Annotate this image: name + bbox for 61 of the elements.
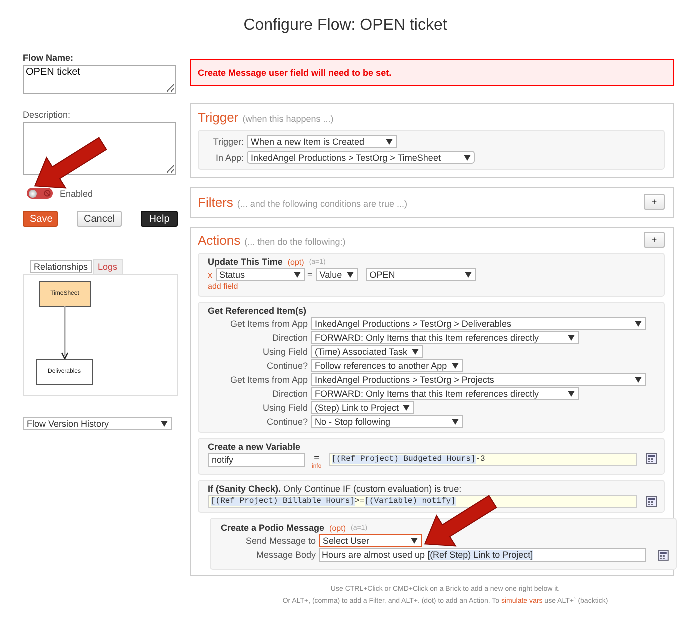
app-dropdown[interactable]: InkedAngel Productions > TestOrg > TimeSheet (247, 151, 475, 164)
add-button[interactable]: + (644, 194, 665, 210)
toggle-label: Enabled (60, 188, 94, 198)
field-label: Continue? (266, 360, 308, 370)
dropdown[interactable]: FORWARD: Only Items that this Item references directly (311, 387, 579, 400)
field-label: Get Items from App (229, 318, 308, 328)
page-title: Configure Flow: OPEN ticket (242, 16, 448, 36)
dropdown[interactable]: InkedAngel Productions > TestOrg > Projects (311, 373, 646, 386)
dropdown[interactable]: (Time) Associated Task (311, 345, 423, 358)
equals-sign: = (314, 453, 320, 464)
save-button[interactable]: Save (23, 211, 58, 227)
option-dropdown[interactable]: OPEN (366, 268, 476, 281)
dropdown[interactable]: Follow references to another App (311, 359, 463, 372)
remove-button[interactable]: x (208, 270, 212, 280)
field-dropdown[interactable]: Status (216, 268, 304, 281)
optional-tag: (opt) (288, 258, 304, 266)
flow-name-field[interactable]: OPEN ticket (23, 65, 176, 94)
message-body-field[interactable]: Hours are almost used up [(Ref Step) Link to Project] (319, 548, 646, 562)
field-label: Using Field (262, 402, 308, 412)
section-title: Actions (198, 232, 241, 248)
user-dropdown[interactable]: Select User (319, 534, 422, 547)
brick-title: Create a new Variable (208, 442, 302, 452)
condition-field[interactable]: [(Ref Project) Billable Hours]>=[(Variable) notify] (208, 495, 637, 508)
field-label: Get Items from App (229, 374, 308, 384)
field-label: In App: (214, 152, 244, 162)
formula-field[interactable]: [(Ref Project) Budgeted Hours]-3 (328, 453, 637, 466)
field-label: Flow Name: (23, 53, 75, 63)
error-message: Create Message user field will need to be set. (190, 59, 674, 86)
brick-title: If (Sanity Check). Only Continue IF (custom evaluation) is true: (208, 484, 463, 494)
brick-title: Create a Podio Message (221, 523, 325, 533)
tab[interactable]: Relationships (30, 260, 92, 273)
dropdown[interactable]: No - Stop following (311, 415, 463, 428)
section-title: Filters (198, 194, 234, 210)
field-label: Send Message to (244, 536, 316, 546)
field-label: Direction (271, 388, 308, 398)
brick-title: Get Referenced Item(s) (208, 306, 308, 316)
field-label: Description: (23, 110, 72, 120)
version-dropdown[interactable]: Flow Version History (23, 417, 172, 430)
field-label: Trigger: (212, 136, 244, 146)
brick-title: Update This Time (208, 257, 283, 267)
dropdown[interactable]: (Step) Link to Project (311, 401, 414, 414)
field-label: Message Body (255, 550, 316, 560)
help-button[interactable]: Help (141, 211, 178, 227)
mode-dropdown[interactable]: Value (316, 268, 358, 281)
dropdown[interactable]: FORWARD: Only Items that this Item references directly (311, 331, 579, 344)
section-hint: (... and the following conditions are true ...) (237, 198, 408, 208)
variable-name-field[interactable]: notify (208, 453, 305, 467)
equals-sign: = (308, 270, 313, 280)
add-field-link[interactable]: add field (208, 282, 238, 291)
field-label: Continue? (266, 416, 308, 426)
tab[interactable]: Logs (93, 259, 123, 274)
optional-tag: (opt) (330, 524, 346, 532)
section-hint: (when this happens ...) (242, 114, 334, 124)
dropdown[interactable]: InkedAngel Productions > TestOrg > Deliverables (311, 317, 646, 330)
cancel-button[interactable]: Cancel (77, 211, 122, 227)
field-label: Direction (271, 332, 308, 342)
section-title: Trigger (198, 110, 239, 125)
trigger-dropdown[interactable]: When a new Item is Created (247, 135, 397, 148)
add-button[interactable]: + (644, 232, 665, 248)
section-hint: (... then do the following:) (244, 236, 346, 246)
field-label: Using Field (262, 346, 308, 356)
